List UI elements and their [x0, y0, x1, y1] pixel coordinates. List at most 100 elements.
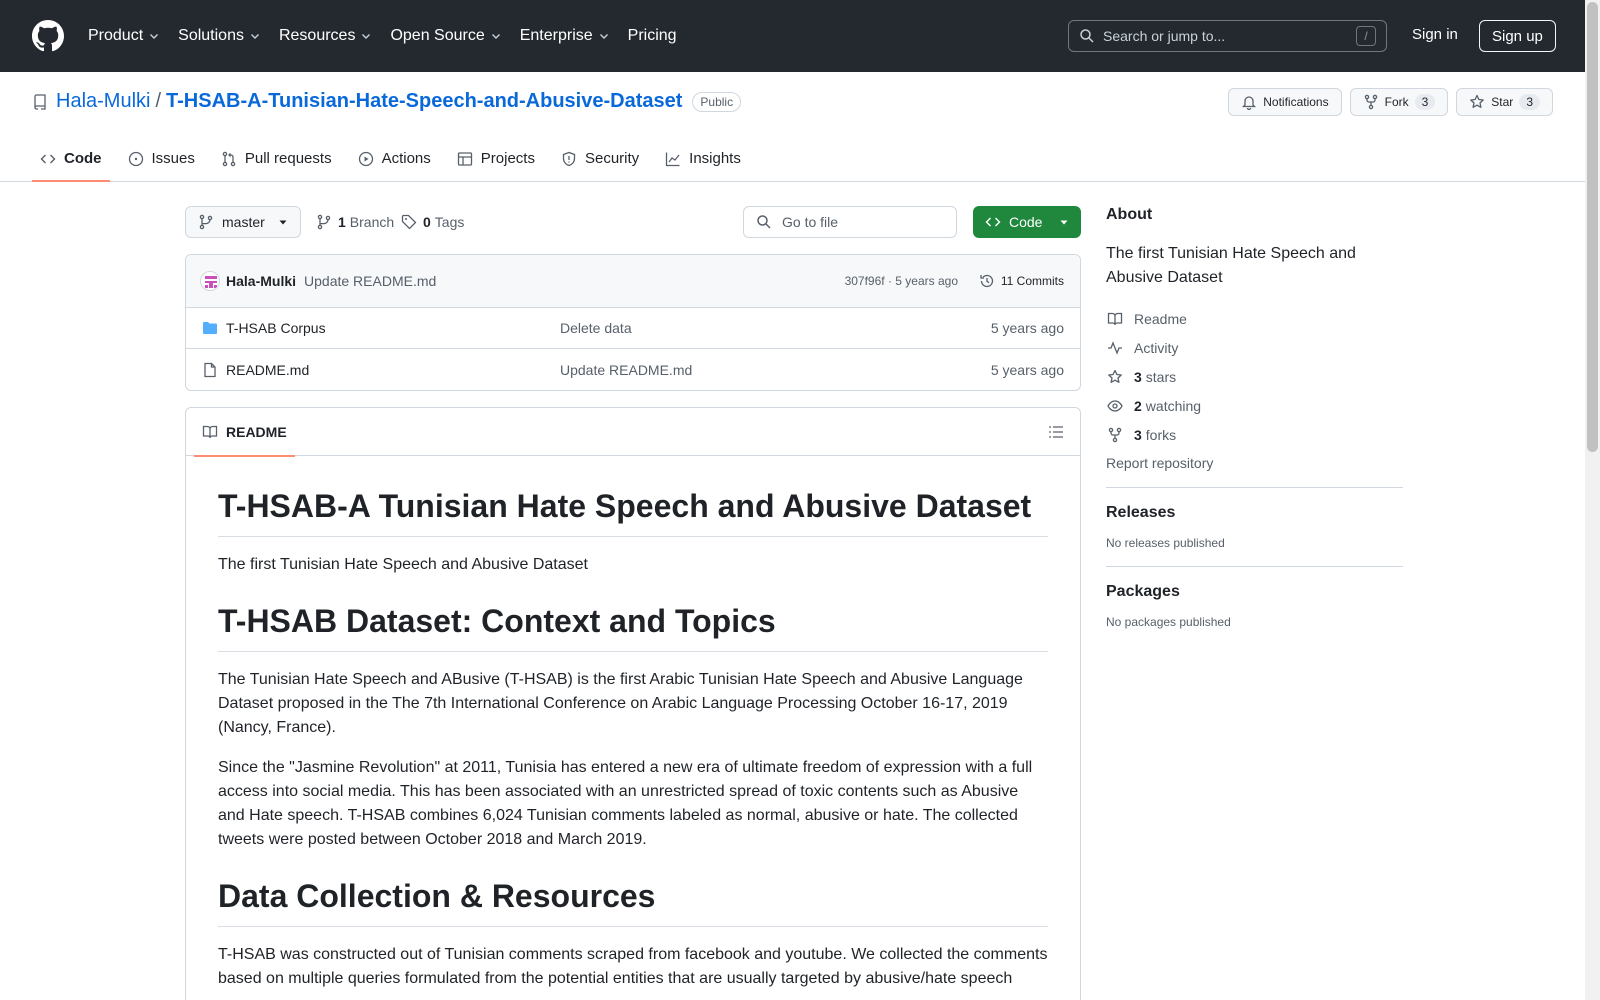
- watching-link[interactable]: 2 watching: [1106, 391, 1403, 420]
- file-list: Hala-Mulki Update README.md 307f96f · 5 …: [185, 254, 1081, 391]
- packages-title[interactable]: Packages: [1106, 583, 1403, 601]
- tab-actions[interactable]: Actions: [350, 135, 439, 182]
- forks-link[interactable]: 3 forks: [1106, 420, 1403, 449]
- star-count: 3: [1519, 94, 1540, 110]
- about-description: The first Tunisian Hate Speech and Abusi…: [1106, 245, 1356, 286]
- go-to-file-input[interactable]: Go to file: [743, 206, 957, 238]
- nav-enterprise[interactable]: Enterprise: [520, 27, 610, 45]
- eye-icon: [1106, 398, 1124, 414]
- repo-separator: /: [155, 90, 162, 112]
- code-dropdown-button[interactable]: Code: [973, 206, 1081, 238]
- star-icon: [1106, 369, 1124, 385]
- tags-link[interactable]: 0 Tags: [401, 206, 464, 238]
- visibility-badge: Public: [692, 91, 742, 112]
- file-name[interactable]: T-HSAB Corpus: [226, 320, 326, 336]
- commit-author[interactable]: Hala-Mulki: [226, 273, 296, 289]
- divider: [1106, 487, 1403, 488]
- packages-empty: No packages published: [1106, 615, 1231, 629]
- file-age: 5 years ago: [990, 320, 1064, 336]
- file-name[interactable]: README.md: [226, 362, 309, 378]
- branches-link[interactable]: 1 Branch: [316, 206, 394, 238]
- bell-icon: [1241, 94, 1257, 110]
- avatar[interactable]: [200, 271, 220, 291]
- activity-link[interactable]: Activity: [1106, 333, 1403, 362]
- nav-open-source[interactable]: Open Source: [390, 27, 501, 45]
- branch-icon: [198, 214, 214, 230]
- readme-heading: T-HSAB Dataset: Context and Topics: [218, 601, 1048, 652]
- chevron-down-icon: [148, 30, 160, 42]
- tab-insights[interactable]: Insights: [657, 135, 749, 182]
- sign-in-link[interactable]: Sign in: [1412, 26, 1458, 43]
- readme-link[interactable]: Readme: [1106, 304, 1403, 333]
- readme-paragraph: T-HSAB was constructed out of Tunisian c…: [218, 946, 1048, 987]
- file-row-folder[interactable]: T-HSAB Corpus Delete data 5 years ago: [186, 308, 1080, 349]
- book-icon: [202, 424, 218, 440]
- repo-actions: Notifications Fork 3 Star 3: [1220, 88, 1553, 116]
- file-toolbar: master 1 Branch 0 Tags Go to file Code: [185, 206, 1081, 238]
- readme-paragraph: The Tunisian Hate Speech and ABusive (T-…: [218, 671, 1023, 736]
- notifications-button[interactable]: Notifications: [1228, 88, 1342, 116]
- repo-main: master 1 Branch 0 Tags Go to file Code H…: [185, 206, 1081, 1000]
- list-icon[interactable]: [1048, 424, 1064, 440]
- readme-paragraph: The first Tunisian Hate Speech and Abusi…: [218, 556, 588, 573]
- chevron-down-icon: [249, 30, 261, 42]
- global-header: Product Solutions Resources Open Source …: [0, 0, 1585, 72]
- caret-down-icon: [1059, 217, 1069, 227]
- chevron-down-icon: [598, 30, 610, 42]
- tab-pull-requests[interactable]: Pull requests: [213, 135, 340, 182]
- global-search-input[interactable]: Search or jump to... /: [1068, 20, 1387, 52]
- fork-button[interactable]: Fork 3: [1349, 88, 1449, 116]
- commits-history-link[interactable]: 11 Commits: [979, 273, 1064, 289]
- tag-icon: [401, 214, 417, 230]
- fork-icon: [1106, 427, 1124, 443]
- scrollbar-thumb[interactable]: [1587, 2, 1598, 452]
- divider: [1106, 566, 1403, 567]
- tab-issues[interactable]: Issues: [120, 135, 203, 182]
- search-placeholder: Search or jump to...: [1103, 28, 1226, 44]
- readme-panel: README T-HSAB-A Tunisian Hate Speech and…: [185, 407, 1081, 1000]
- file-commit-message[interactable]: Update README.md: [560, 362, 692, 378]
- repo-sidebar: About The first Tunisian Hate Speech and…: [1106, 206, 1403, 629]
- code-icon: [985, 214, 1001, 230]
- github-logo-icon[interactable]: [32, 20, 64, 52]
- nav-resources[interactable]: Resources: [279, 27, 372, 45]
- repo-title: Hala-Mulki / T-HSAB-A-Tunisian-Hate-Spee…: [32, 90, 742, 113]
- commit-sha-age[interactable]: 307f96f · 5 years ago: [845, 274, 958, 288]
- repo-name-link[interactable]: T-HSAB-A-Tunisian-Hate-Speech-and-Abusiv…: [166, 90, 682, 113]
- releases-title[interactable]: Releases: [1106, 504, 1403, 522]
- about-links: Readme Activity 3 stars 2 watching 3 forks: [1106, 304, 1403, 449]
- report-repository-link[interactable]: Report repository: [1106, 455, 1403, 471]
- file-age: 5 years ago: [990, 361, 1064, 378]
- repo-owner-link[interactable]: Hala-Mulki: [56, 90, 150, 113]
- readme-tab[interactable]: README: [194, 408, 295, 457]
- tab-security[interactable]: Security: [553, 135, 647, 182]
- tab-code[interactable]: Code: [32, 135, 110, 182]
- star-button[interactable]: Star 3: [1456, 88, 1553, 116]
- nav-product[interactable]: Product: [88, 27, 160, 45]
- commit-message[interactable]: Update README.md: [304, 273, 436, 289]
- nav-pricing[interactable]: Pricing: [628, 27, 677, 45]
- search-icon: [1079, 28, 1095, 44]
- file-commit-message[interactable]: Delete data: [560, 320, 632, 336]
- star-icon: [1469, 94, 1485, 110]
- stars-link[interactable]: 3 stars: [1106, 362, 1403, 391]
- readme-body: T-HSAB-A Tunisian Hate Speech and Abusiv…: [186, 486, 1080, 991]
- fork-count: 3: [1414, 94, 1436, 110]
- repo-icon: [32, 93, 48, 110]
- issue-icon: [128, 151, 144, 167]
- slash-shortcut-key: /: [1356, 26, 1376, 46]
- file-row-readme[interactable]: README.md Update README.md 5 years ago: [186, 349, 1080, 390]
- pulse-icon: [1106, 340, 1124, 356]
- table-icon: [457, 151, 473, 167]
- book-icon: [1106, 311, 1124, 327]
- branch-selector[interactable]: master: [185, 206, 301, 238]
- nav-solutions[interactable]: Solutions: [178, 27, 261, 45]
- folder-icon: [202, 320, 218, 336]
- page-scrollbar[interactable]: [1585, 0, 1600, 1000]
- play-icon: [358, 151, 374, 167]
- shield-icon: [561, 151, 577, 167]
- readme-header: README: [186, 408, 1080, 457]
- sign-up-button[interactable]: Sign up: [1479, 20, 1556, 52]
- tab-projects[interactable]: Projects: [449, 135, 543, 182]
- pull-request-icon: [221, 151, 237, 167]
